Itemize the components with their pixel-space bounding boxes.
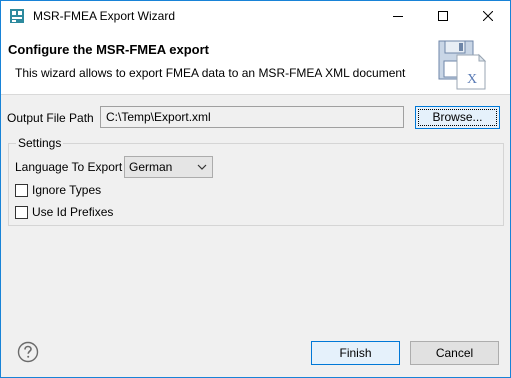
window-title: MSR-FMEA Export Wizard xyxy=(33,9,176,23)
cancel-button[interactable]: Cancel xyxy=(410,341,499,365)
svg-text:X: X xyxy=(467,72,477,87)
ignore-types-checkbox[interactable] xyxy=(15,183,28,197)
cancel-button-label: Cancel xyxy=(435,346,474,360)
help-icon[interactable] xyxy=(17,341,39,363)
language-select[interactable]: German xyxy=(124,156,213,178)
title-bar: MSR-FMEA Export Wizard xyxy=(1,1,510,31)
language-select-value: German xyxy=(129,160,173,174)
app-icon xyxy=(10,9,24,23)
ignore-types-row[interactable]: Ignore Types xyxy=(15,182,101,198)
use-id-prefixes-label: Use Id Prefixes xyxy=(32,205,114,219)
browse-button[interactable]: Browse... xyxy=(415,106,500,129)
use-id-prefixes-row[interactable]: Use Id Prefixes xyxy=(15,204,113,220)
wizard-banner: Configure the MSR-FMEA export This wizar… xyxy=(1,31,510,95)
banner-title: Configure the MSR-FMEA export xyxy=(8,42,210,57)
output-path-label: Output File Path xyxy=(7,111,94,125)
banner-description: This wizard allows to export FMEA data t… xyxy=(15,66,406,80)
chevron-down-icon xyxy=(197,164,207,170)
browse-button-label: Browse... xyxy=(432,110,483,124)
export-wizard-icon: X xyxy=(438,40,487,90)
use-id-prefixes-checkbox[interactable] xyxy=(15,205,28,219)
finish-button[interactable]: Finish xyxy=(311,341,400,365)
settings-group-label: Settings xyxy=(16,136,64,150)
maximize-button[interactable] xyxy=(420,1,465,31)
output-path-input[interactable] xyxy=(100,106,404,128)
minimize-icon xyxy=(392,16,403,17)
language-label: Language To Export xyxy=(15,160,123,174)
close-button[interactable] xyxy=(465,1,510,31)
wizard-window: MSR-FMEA Export Wizard Configure the MSR… xyxy=(0,0,511,378)
minimize-button[interactable] xyxy=(375,1,420,31)
maximize-icon xyxy=(437,11,448,21)
ignore-types-label: Ignore Types xyxy=(32,183,102,197)
close-icon xyxy=(482,11,493,21)
finish-button-label: Finish xyxy=(339,346,372,360)
